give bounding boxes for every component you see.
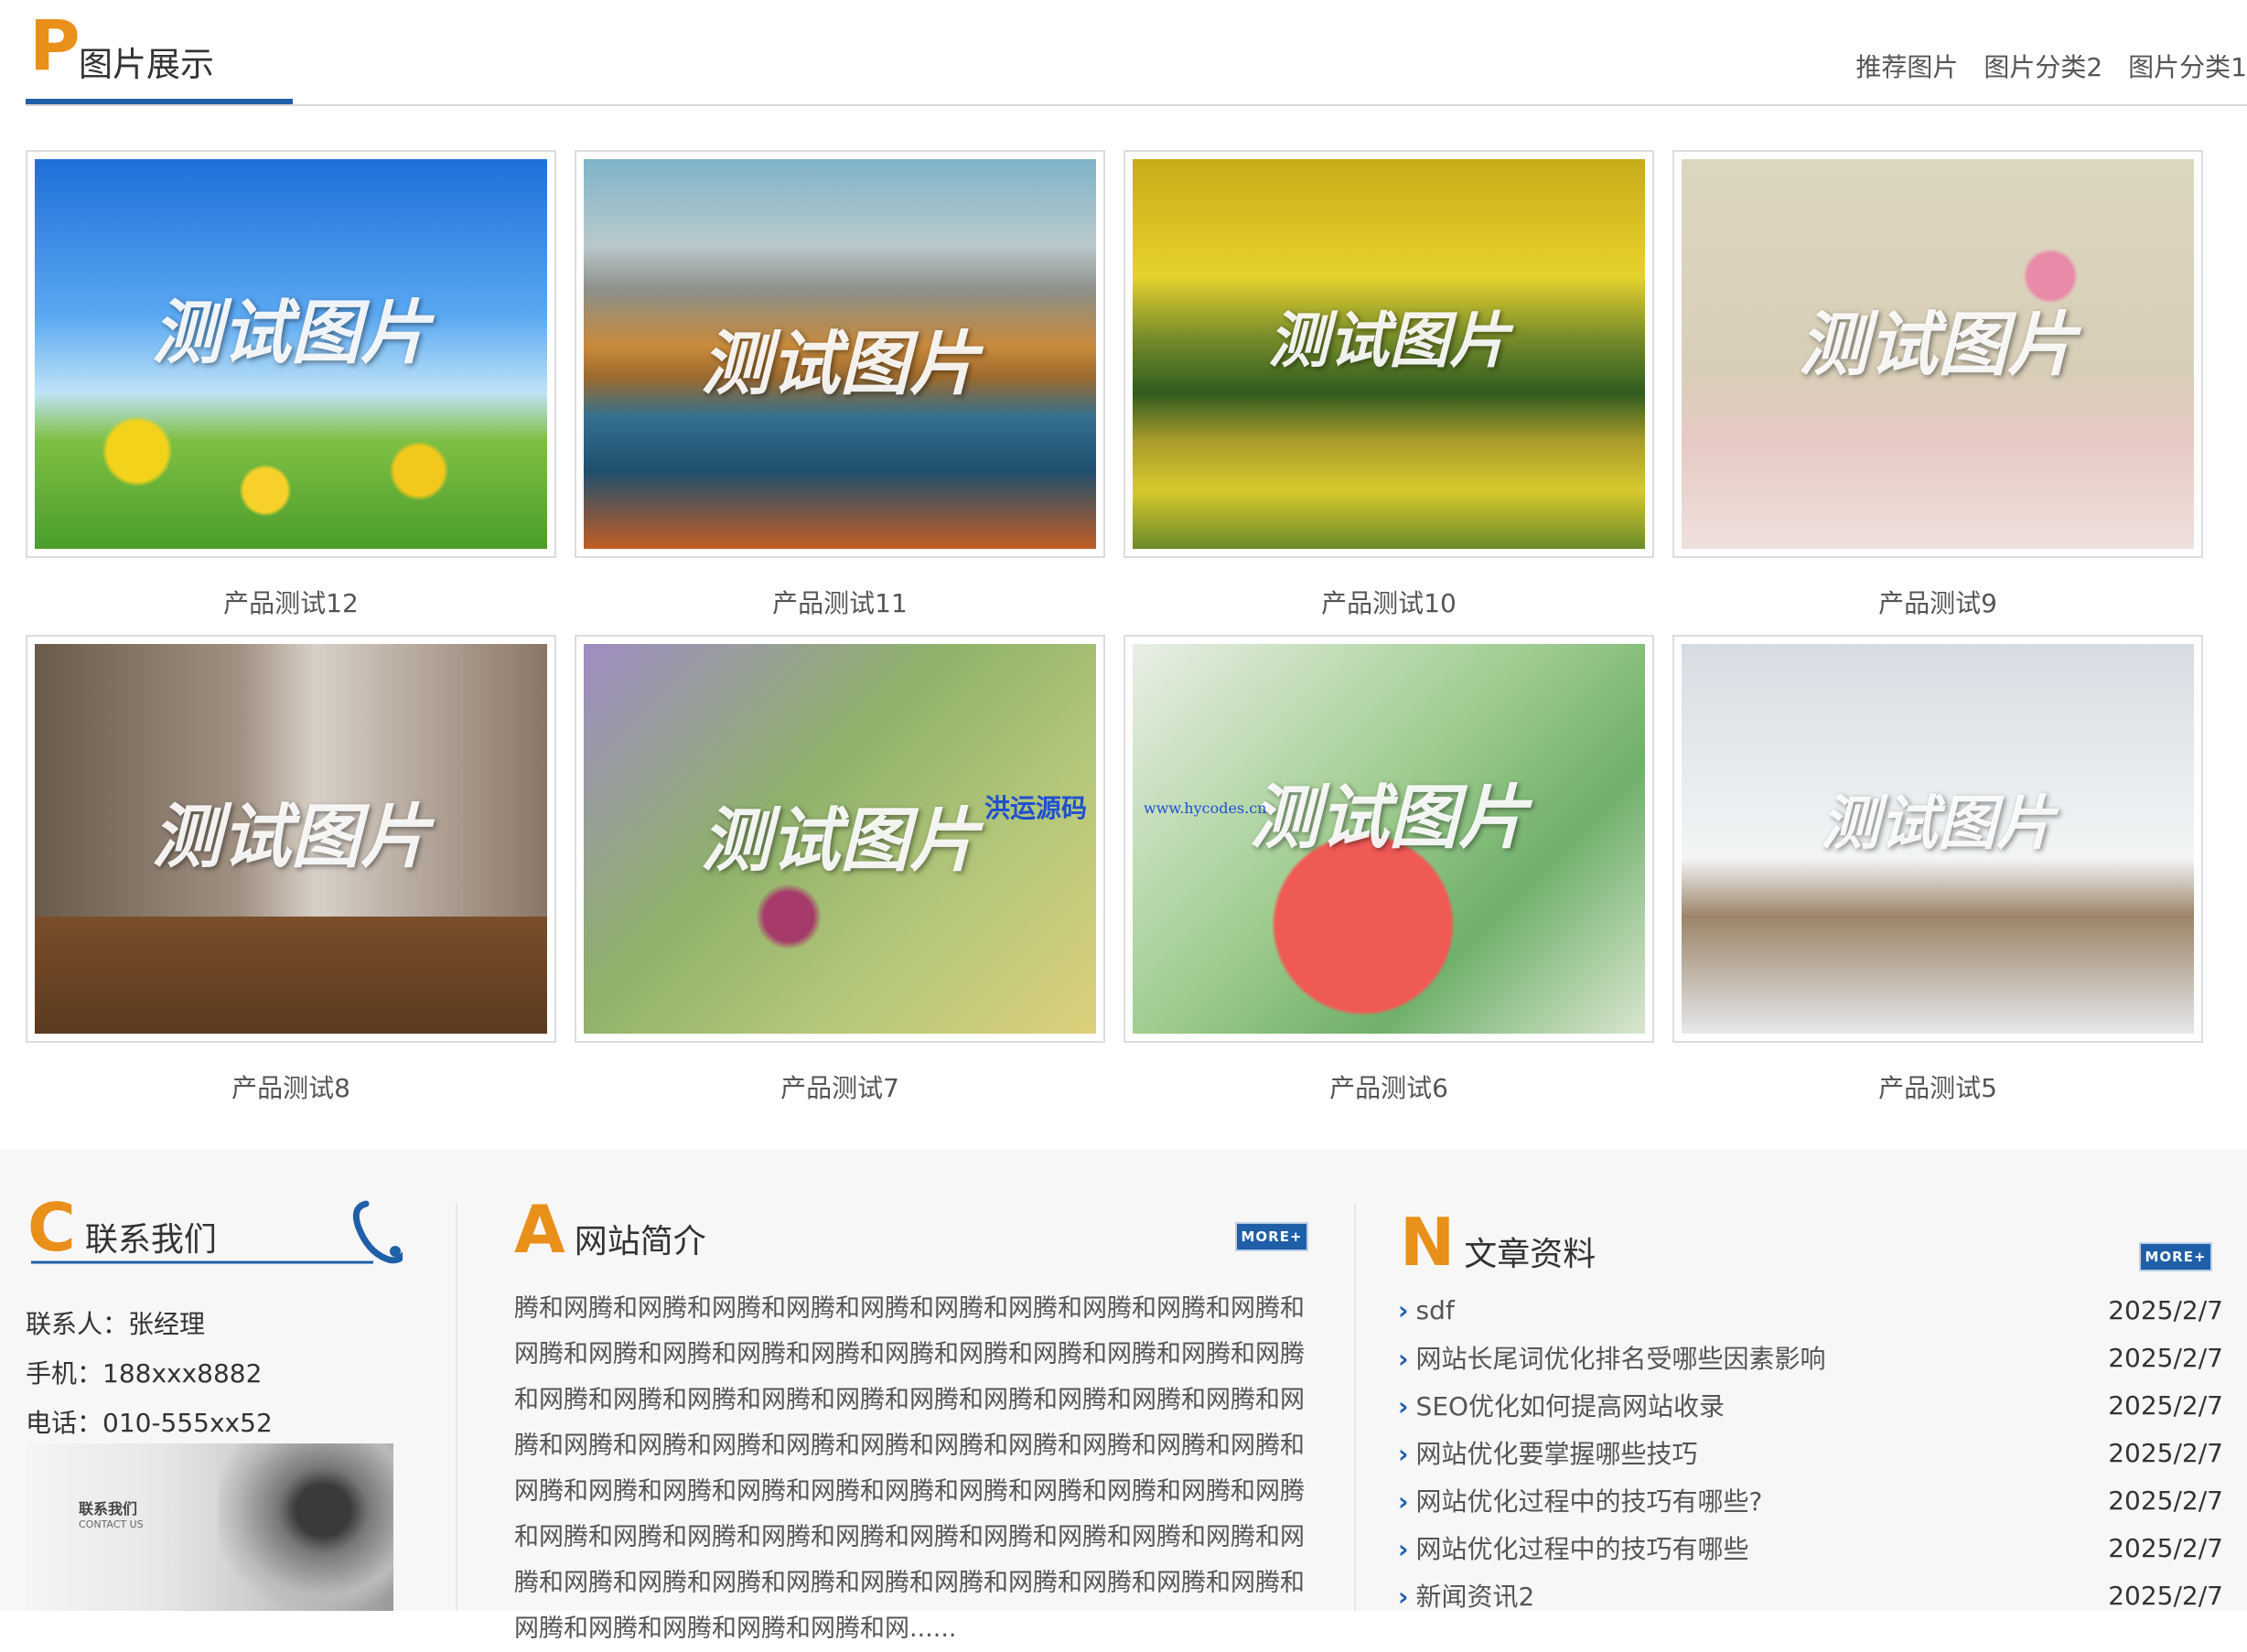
articles-more-button[interactable]: MORE+ xyxy=(2139,1242,2212,1271)
list-item[interactable]: › 新闻资讯2 2025/2/7 xyxy=(1398,1572,2223,1619)
contact-person: 联系人：张经理 xyxy=(26,1309,206,1339)
article-title[interactable]: sdf xyxy=(1416,1295,1455,1325)
section-header-gallery: P 图片展示 推荐图片 图片分类2 图片分类1 xyxy=(26,0,2247,106)
intro-header: A 网站简介 xyxy=(514,1196,706,1262)
article-date: 2025/2/7 xyxy=(2108,1389,2223,1421)
site-watermark-name: 洪运源码 xyxy=(984,793,1088,823)
image-watermark: 测试图片 xyxy=(1821,788,2055,858)
image-watermark: 测试图片 xyxy=(152,291,430,373)
info-section: C 联系我们 联系人：张经理 手机：188xxx8882 电话：010-555xx… xyxy=(0,1149,2247,1643)
chevron-right-icon: › xyxy=(1398,1582,1409,1612)
headset-person xyxy=(218,1443,393,1611)
category-link-recommended[interactable]: 推荐图片 xyxy=(1855,48,1958,84)
gallery-caption[interactable]: 产品测试12 xyxy=(26,584,556,620)
gallery-caption[interactable]: 产品测试11 xyxy=(575,584,1105,620)
category-nav: 推荐图片 图片分类2 图片分类1 xyxy=(1855,48,2247,84)
gallery-caption[interactable]: 产品测试6 xyxy=(1124,1068,1654,1105)
intro-letter: A xyxy=(514,1191,565,1268)
articles-title: 文章资料 xyxy=(1464,1236,1597,1273)
list-item[interactable]: › SEO优化如何提高网站收录 2025/2/7 xyxy=(1398,1381,2223,1429)
contact-mobile: 手机：188xxx8882 xyxy=(26,1358,263,1389)
article-title[interactable]: 网站优化要掌握哪些技巧 xyxy=(1416,1439,1698,1469)
product-image[interactable]: 测试图片 xyxy=(1682,159,2194,549)
gallery-thumb[interactable]: 测试图片 xyxy=(26,150,556,558)
article-title[interactable]: 网站优化过程中的技巧有哪些? xyxy=(1416,1486,1763,1517)
gallery-caption[interactable]: 产品测试7 xyxy=(575,1068,1105,1105)
category-link-1[interactable]: 图片分类1 xyxy=(2128,48,2247,84)
article-title[interactable]: 网站优化过程中的技巧有哪些 xyxy=(1416,1534,1749,1564)
image-watermark: 测试图片 xyxy=(701,322,979,404)
intro-title: 网站简介 xyxy=(574,1223,706,1260)
gallery-thumb[interactable]: 测试图片 xyxy=(26,635,556,1043)
article-title[interactable]: 新闻资讯2 xyxy=(1416,1582,1535,1612)
gallery-card[interactable]: 测试图片 产品测试9 xyxy=(1672,150,2203,620)
chevron-right-icon: › xyxy=(1398,1294,1409,1325)
image-watermark: 测试图片 xyxy=(1799,303,2077,385)
gallery-thumb[interactable]: 测试图片 xyxy=(1124,150,1654,558)
page-title: 图片展示 xyxy=(79,45,214,84)
gallery-card[interactable]: 测试图片 产品测试12 xyxy=(26,150,556,620)
gallery-thumb[interactable]: 测试图片 xyxy=(575,150,1105,558)
contact-phone: 电话：010-555xx52 xyxy=(26,1408,273,1438)
gallery-card[interactable]: 测试图片 产品测试8 xyxy=(26,635,556,1105)
image-watermark: 测试图片 xyxy=(1268,304,1510,376)
gallery-card[interactable]: 测试图片 产品测试10 xyxy=(1124,150,1654,620)
product-image[interactable]: 测试图片 xyxy=(584,159,1096,549)
article-date: 2025/2/7 xyxy=(2108,1532,2223,1563)
intro-text: 腾和网腾和网腾和网腾和网腾和网腾和网腾和网腾和网腾和网腾和网腾和网腾和网腾和网腾… xyxy=(514,1294,1305,1643)
contact-image-text: 联系我们 xyxy=(79,1500,138,1518)
product-image[interactable]: 测试图片 xyxy=(1133,159,1645,549)
gallery-card[interactable]: 测试图片 产品测试5 xyxy=(1672,635,2203,1105)
gallery-card[interactable]: 测试图片 产品测试7 xyxy=(575,635,1105,1105)
chevron-right-icon: › xyxy=(1398,1439,1409,1469)
article-date: 2025/2/7 xyxy=(2108,1437,2223,1468)
list-item[interactable]: › 网站优化要掌握哪些技巧 2025/2/7 xyxy=(1398,1429,2223,1476)
article-title[interactable]: SEO优化如何提高网站收录 xyxy=(1416,1391,1726,1421)
product-image[interactable]: 测试图片 xyxy=(584,644,1096,1034)
site-watermark-url: www.hycodes.cn xyxy=(1144,799,1267,817)
article-list: › sdf 2025/2/7 › 网站长尾词优化排名受哪些因素影响 2025/2/7 ›… xyxy=(1398,1286,2223,1619)
product-image[interactable]: 测试图片 xyxy=(35,159,547,549)
chevron-right-icon: › xyxy=(1398,1344,1409,1374)
header-letter: P xyxy=(29,5,81,86)
article-date: 2025/2/7 xyxy=(2108,1342,2223,1373)
gallery-caption[interactable]: 产品测试5 xyxy=(1672,1068,2203,1105)
contact-image: 联系我们 CONTACT US xyxy=(26,1443,393,1611)
list-item[interactable]: › 网站优化过程中的技巧有哪些 2025/2/7 xyxy=(1398,1524,2223,1572)
gallery-caption[interactable]: 产品测试9 xyxy=(1672,584,2203,620)
gallery-caption[interactable]: 产品测试8 xyxy=(26,1068,556,1105)
gallery-caption[interactable]: 产品测试10 xyxy=(1124,584,1654,620)
gallery-thumb[interactable]: 测试图片 xyxy=(1672,635,2203,1043)
product-image[interactable]: 测试图片 xyxy=(35,644,547,1034)
product-image[interactable]: 测试图片 xyxy=(1133,644,1645,1034)
articles-header: N 文章资料 xyxy=(1400,1209,1596,1275)
chevron-right-icon: › xyxy=(1398,1534,1409,1564)
image-watermark: 测试图片 xyxy=(152,796,430,878)
list-item[interactable]: › 网站长尾词优化排名受哪些因素影响 2025/2/7 xyxy=(1398,1334,2223,1381)
chevron-right-icon: › xyxy=(1398,1391,1409,1421)
intro-more-button[interactable]: MORE+ xyxy=(1235,1222,1308,1251)
articles-letter: N xyxy=(1400,1204,1456,1281)
article-title[interactable]: 网站长尾词优化排名受哪些因素影响 xyxy=(1416,1344,1826,1374)
article-date: 2025/2/7 xyxy=(2108,1485,2223,1516)
gallery-card[interactable]: 测试图片 产品测试11 xyxy=(575,150,1105,620)
contact-image-subtext: CONTACT US xyxy=(79,1518,144,1530)
product-image[interactable]: 测试图片 xyxy=(1682,644,2194,1034)
gallery-thumb[interactable]: 测试图片 xyxy=(1124,635,1654,1043)
phone-icon xyxy=(31,1200,403,1264)
gallery-thumb[interactable]: 测试图片 xyxy=(575,635,1105,1043)
gallery-thumb[interactable]: 测试图片 xyxy=(1672,150,2203,558)
list-item[interactable]: › 网站优化过程中的技巧有哪些? 2025/2/7 xyxy=(1398,1476,2223,1524)
category-link-2[interactable]: 图片分类2 xyxy=(1984,48,2102,84)
gallery-card[interactable]: 测试图片 产品测试6 xyxy=(1124,635,1654,1105)
article-date: 2025/2/7 xyxy=(2108,1294,2223,1325)
title-underline xyxy=(26,99,293,104)
chevron-right-icon: › xyxy=(1398,1486,1409,1517)
article-date: 2025/2/7 xyxy=(2108,1580,2223,1611)
list-item[interactable]: › sdf 2025/2/7 xyxy=(1398,1286,2223,1334)
